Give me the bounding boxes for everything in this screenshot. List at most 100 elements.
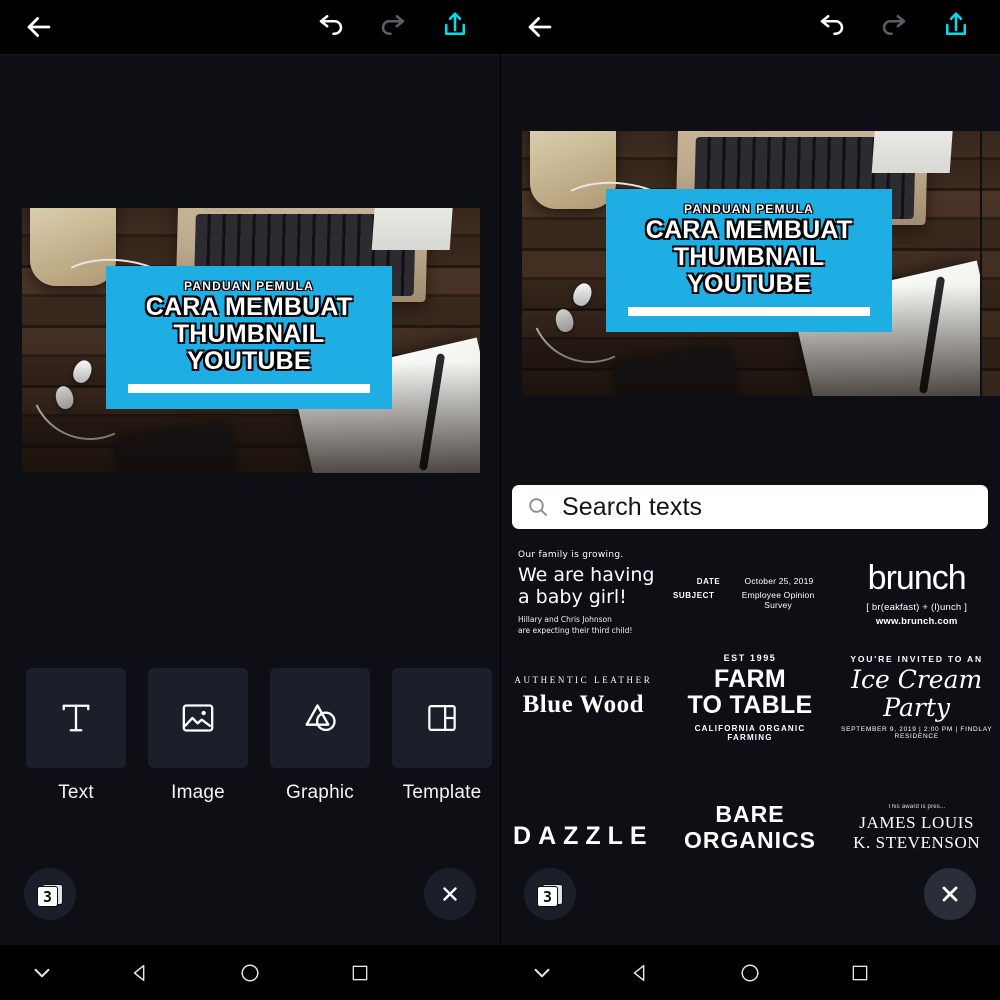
overlay-line-3: YOUTUBE xyxy=(187,347,311,375)
tmpl-key: SUBJECT xyxy=(672,591,715,600)
tmpl-title: Ice Cream Party xyxy=(851,665,983,722)
text-template-farm-to-table[interactable]: EST 1995 FARM TO TABLE CALIFORNIA ORGANI… xyxy=(667,645,834,749)
tmpl-title: Blue Wood xyxy=(522,691,645,718)
design-canvas-right[interactable]: PANDUAN PEMULA CARA MEMBUAT THUMBNAIL YO… xyxy=(522,131,980,396)
tmpl-key: DATE xyxy=(696,577,721,586)
undo-icon[interactable] xyxy=(817,10,851,44)
search-input-placeholder[interactable]: Search texts xyxy=(562,493,702,522)
export-share-icon[interactable] xyxy=(440,10,474,44)
design-canvas-left[interactable]: PANDUAN PEMULA CARA MEMBUAT THUMBNAIL YO… xyxy=(22,208,480,473)
tool-template[interactable]: Template xyxy=(392,668,492,818)
text-template-ice-cream-party[interactable]: YOU'RE INVITED TO AN Ice Cream Party SEP… xyxy=(833,645,1000,749)
tmpl-value: Employee Opinion Survey xyxy=(741,590,815,610)
overlay-kicker: PANDUAN PEMULA xyxy=(684,202,814,216)
tmpl-title: brunch xyxy=(867,558,967,597)
nav-right-half xyxy=(500,945,1000,1000)
tmpl-subtitle: [ br(eakfast) + (l)unch ] xyxy=(866,601,968,613)
canvas-peek-right xyxy=(982,131,1000,396)
tmpl-value: October 25, 2019 xyxy=(744,576,814,586)
chevron-down-icon[interactable] xyxy=(525,956,559,990)
blue-text-overlay[interactable]: PANDUAN PEMULA CARA MEMBUAT THUMBNAIL YO… xyxy=(606,189,892,332)
layers-count: 3 xyxy=(42,887,53,906)
editor-toolbar: Text Image Graphic Template xyxy=(0,668,500,818)
close-x-icon xyxy=(938,882,962,906)
template-layout-icon xyxy=(423,699,461,737)
text-template-award-certificate[interactable]: This award is pres... JAMES LOUIS K. STE… xyxy=(833,749,1000,853)
layers-stack-icon: 3 xyxy=(537,881,563,907)
undo-icon[interactable] xyxy=(316,10,350,44)
tmpl-row: SUBJECT Employee Opinion Survey xyxy=(673,590,828,610)
text-template-brunch-logo[interactable]: brunch [ br(eakfast) + (l)unch ] www.bru… xyxy=(833,541,1000,645)
text-t-icon xyxy=(55,697,97,739)
left-screen-panel: PANDUAN PEMULA CARA MEMBUAT THUMBNAIL YO… xyxy=(0,0,500,1000)
text-template-memo-date-subject[interactable]: DATE October 25, 2019 SUBJECT Employee O… xyxy=(667,541,834,645)
tmpl-line-1: BARE xyxy=(715,801,785,827)
layers-button-right[interactable]: 3 xyxy=(524,868,576,920)
overlay-underline-bar xyxy=(628,307,870,316)
text-template-baby-announcement[interactable]: Our family is growing. We are having a b… xyxy=(500,541,667,645)
square-recents-icon[interactable] xyxy=(843,956,877,990)
tool-image-label: Image xyxy=(171,782,225,803)
tool-text[interactable]: Text xyxy=(26,668,126,818)
overlay-line-1: CARA MEMBUAT xyxy=(645,216,853,244)
android-navigation-bar xyxy=(0,945,1000,1000)
tmpl-line: Our family is growing. xyxy=(518,550,624,560)
tmpl-line-2: TO TABLE xyxy=(687,690,813,719)
redo-icon xyxy=(879,10,913,44)
tmpl-kicker: This award is pres... xyxy=(887,804,946,810)
circle-home-icon[interactable] xyxy=(733,956,767,990)
text-template-blue-wood-leather[interactable]: AUTHENTIC LEATHER Blue Wood xyxy=(500,645,667,749)
square-recents-icon[interactable] xyxy=(343,956,377,990)
overlay-line-1: CARA MEMBUAT xyxy=(145,293,353,321)
chevron-down-icon[interactable] xyxy=(25,956,59,990)
overlay-line-3: YOUTUBE xyxy=(687,270,811,298)
tmpl-line-1: FARM xyxy=(713,664,786,693)
text-template-bare-organics[interactable]: BARE ORGANICS xyxy=(667,749,834,853)
overlay-underline-bar xyxy=(128,384,370,393)
nav-left-half xyxy=(0,945,500,1000)
tool-text-label: Text xyxy=(58,782,94,803)
close-x-icon xyxy=(439,883,461,905)
circle-home-icon[interactable] xyxy=(233,956,267,990)
redo-icon xyxy=(378,10,412,44)
overlay-line-2: THUMBNAIL xyxy=(673,243,825,271)
triangle-back-icon[interactable] xyxy=(623,956,657,990)
search-texts-bar[interactable]: Search texts xyxy=(512,485,988,529)
tool-graphic[interactable]: Graphic xyxy=(270,668,370,818)
screenshot-root: PANDUAN PEMULA CARA MEMBUAT THUMBNAIL YO… xyxy=(0,0,1000,1000)
top-app-bar-right xyxy=(501,0,1000,54)
tmpl-footer: CALIFORNIA ORGANIC FARMING xyxy=(694,723,806,742)
tmpl-row: DATE October 25, 2019 xyxy=(687,576,814,586)
text-template-dazzle[interactable]: DAZZLE xyxy=(500,749,667,853)
tmpl-line: We are having xyxy=(518,564,655,586)
tmpl-url: www.brunch.com xyxy=(875,615,958,627)
export-share-icon[interactable] xyxy=(941,10,975,44)
topbar-divider xyxy=(501,54,1000,55)
tmpl-line-1: JAMES LOUIS xyxy=(859,813,975,832)
triangle-back-icon[interactable] xyxy=(123,956,157,990)
layers-button-left[interactable]: 3 xyxy=(24,868,76,920)
tmpl-kicker: YOU'RE INVITED TO AN xyxy=(850,654,983,664)
tmpl-kicker: EST 1995 xyxy=(723,652,777,663)
overlay-line-2: THUMBNAIL xyxy=(173,320,325,348)
layers-stack-icon: 3 xyxy=(37,881,63,907)
blue-text-overlay[interactable]: PANDUAN PEMULA CARA MEMBUAT THUMBNAIL YO… xyxy=(106,266,392,409)
laptop-edge-object xyxy=(871,131,955,173)
tmpl-line: a baby girl! xyxy=(518,586,627,608)
topbar-divider xyxy=(0,54,500,55)
back-arrow-icon[interactable] xyxy=(523,10,557,44)
tmpl-title: DAZZLE xyxy=(513,822,654,850)
tool-image[interactable]: Image xyxy=(148,668,248,818)
laptop-edge-object xyxy=(371,208,455,250)
tool-template-label: Template xyxy=(402,782,482,803)
close-button-left[interactable] xyxy=(424,868,476,920)
tmpl-line-2: ORGANICS xyxy=(684,827,816,853)
close-button-right[interactable] xyxy=(924,868,976,920)
overlay-kicker: PANDUAN PEMULA xyxy=(184,279,314,293)
tmpl-line: are expecting their third child! xyxy=(518,626,633,635)
tmpl-footer: SEPTEMBER 9, 2019 | 2:00 PM | FINDLAY RE… xyxy=(841,726,993,740)
search-icon xyxy=(526,495,550,519)
tmpl-line: Hillary and Chris Johnson xyxy=(518,615,612,624)
layers-count: 3 xyxy=(542,887,553,906)
back-arrow-icon[interactable] xyxy=(22,10,56,44)
